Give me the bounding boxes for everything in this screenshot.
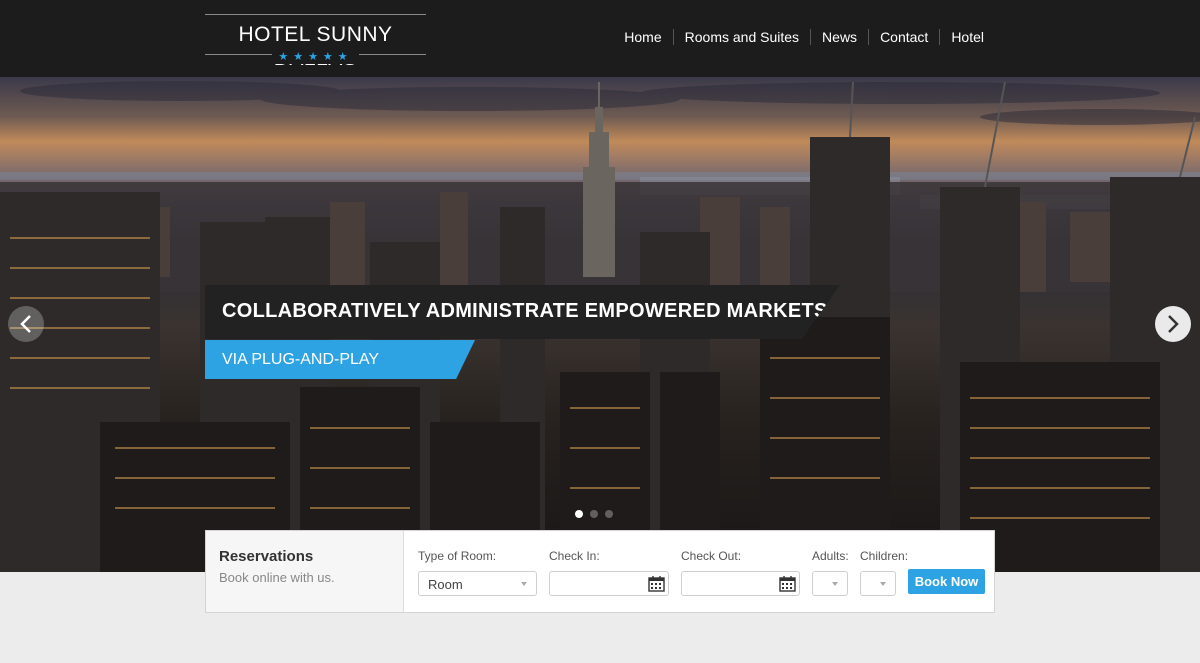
children-label: Children: xyxy=(860,549,909,563)
check-in-label: Check In: xyxy=(549,549,600,563)
site-header: HOTEL SUNNY DALLAS ★★★★★ Home Rooms and … xyxy=(0,0,1200,77)
nav-item-hotel[interactable]: Hotel xyxy=(940,28,995,46)
prev-slide-button[interactable] xyxy=(8,306,44,342)
check-out-input[interactable] xyxy=(681,571,800,596)
children-select[interactable] xyxy=(860,571,896,596)
slide-dot-3[interactable] xyxy=(605,510,613,518)
slide-subtitle-banner: VIA PLUG-AND-PLAY xyxy=(205,340,475,379)
calendar-icon[interactable] xyxy=(648,575,665,592)
nav-item-news[interactable]: News xyxy=(811,28,868,46)
hotel-logo[interactable]: HOTEL SUNNY DALLAS ★★★★★ xyxy=(205,14,426,70)
logo-rule-top xyxy=(205,14,426,15)
chevron-right-icon xyxy=(1168,315,1179,333)
star-rating: ★★★★★ xyxy=(272,50,359,64)
reservation-form: Reservations Book online with us. Type o… xyxy=(205,530,995,613)
book-now-button[interactable]: Book Now xyxy=(908,569,985,594)
calendar-icon[interactable] xyxy=(779,575,796,592)
hero-slider: COLLABORATIVELY ADMINISTRATE EMPOWERED M… xyxy=(0,77,1200,572)
check-in-input[interactable] xyxy=(549,571,669,596)
nav-item-contact[interactable]: Contact xyxy=(869,28,939,46)
nav-item-home[interactable]: Home xyxy=(613,28,672,46)
chevron-down-icon xyxy=(521,582,527,586)
logo-stars: ★★★★★ xyxy=(205,47,426,65)
room-type-value: Room xyxy=(428,577,463,592)
room-type-select[interactable]: Room xyxy=(418,571,537,596)
next-slide-button[interactable] xyxy=(1155,306,1191,342)
slide-indicators xyxy=(575,510,613,518)
adults-select[interactable] xyxy=(812,571,848,596)
reservation-title: Reservations xyxy=(219,548,314,565)
chevron-left-icon xyxy=(20,315,31,333)
room-type-label: Type of Room: xyxy=(418,549,497,563)
slide-title: COLLABORATIVELY ADMINISTRATE EMPOWERED M… xyxy=(222,300,828,322)
slide-dot-1[interactable] xyxy=(575,510,583,518)
adults-label: Adults: xyxy=(812,549,849,563)
slide-dot-2[interactable] xyxy=(590,510,598,518)
slide-title-banner: COLLABORATIVELY ADMINISTRATE EMPOWERED M… xyxy=(205,285,840,339)
reservation-subtitle: Book online with us. xyxy=(219,570,335,585)
nav-item-rooms-and-suites[interactable]: Rooms and Suites xyxy=(674,28,810,46)
reservation-intro: Reservations Book online with us. xyxy=(206,531,404,612)
chevron-down-icon xyxy=(880,582,886,586)
chevron-down-icon xyxy=(832,582,838,586)
slide-subtitle: VIA PLUG-AND-PLAY xyxy=(222,351,380,368)
main-nav: Home Rooms and Suites News Contact Hotel xyxy=(613,28,995,46)
check-out-label: Check Out: xyxy=(681,549,742,563)
